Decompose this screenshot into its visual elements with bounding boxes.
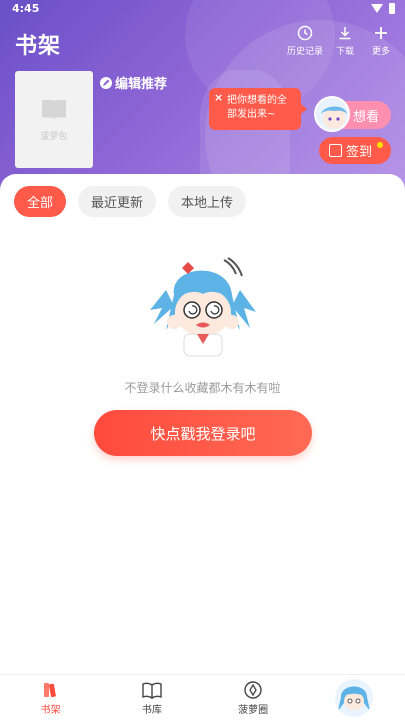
top-actions: 历史记录 下载 更多: [287, 24, 395, 57]
check-in-button[interactable]: 签到: [319, 137, 391, 164]
empty-state-mascot: [150, 257, 256, 357]
bookshelf-content: 全部 最近更新 本地上传 不登录什么收藏都木有木有啦 快点戳我登录吧: [0, 174, 405, 674]
nav-profile[interactable]: [304, 675, 405, 721]
check-in-label: 签到: [346, 145, 373, 160]
status-time: 4:45: [12, 2, 40, 15]
page-title: 书架: [15, 34, 62, 59]
download-icon: [336, 24, 354, 42]
cover-brand-text: 菠萝包: [40, 132, 68, 142]
tab-all[interactable]: 全部: [14, 186, 67, 217]
bottom-navigation: 书架 书库 菠萝圈: [0, 674, 405, 721]
recommended-book-cover[interactable]: 菠萝包: [15, 71, 93, 168]
clock-icon: [296, 24, 314, 42]
request-tooltip: × 把你想看的全部发出来~: [209, 88, 307, 130]
wifi-icon: [371, 4, 383, 13]
open-book-icon: [142, 681, 162, 699]
bookshelf-icon: [41, 681, 61, 699]
tooltip-text: 把你想看的全部发出来~: [227, 95, 287, 120]
compass-icon: [243, 680, 263, 699]
want-to-read-label: 想看: [352, 109, 379, 125]
close-icon[interactable]: ×: [214, 91, 223, 105]
filter-tabs: 全部 最近更新 本地上传: [14, 186, 247, 217]
download-label: 下载: [335, 47, 354, 57]
more-label: 更多: [371, 47, 390, 57]
download-button[interactable]: 下载: [331, 24, 359, 57]
nav-bookshelf[interactable]: 书架: [0, 675, 101, 721]
more-button[interactable]: 更多: [367, 24, 395, 57]
empty-state-message: 不登录什么收藏都木有木有啦: [124, 381, 281, 395]
editor-recommend-text: 编辑推荐: [115, 77, 168, 92]
pencil-icon: [100, 76, 112, 89]
plus-icon: [372, 24, 390, 42]
notification-dot: [377, 142, 383, 148]
editor-recommend-label[interactable]: 编辑推荐: [100, 73, 167, 92]
book-placeholder-icon: [42, 100, 66, 119]
nav-library-label: 书库: [141, 704, 162, 716]
nav-community-label: 菠萝圈: [238, 704, 269, 716]
mascot-avatar: [314, 96, 350, 132]
nav-bookshelf-label: 书架: [40, 704, 61, 716]
status-bar: 4:45: [0, 0, 405, 18]
history-label: 历史记录: [286, 47, 323, 57]
nav-community[interactable]: 菠萝圈: [203, 675, 304, 721]
nav-library[interactable]: 书库: [101, 675, 202, 721]
tab-recent-updates[interactable]: 最近更新: [78, 186, 157, 217]
tab-local-upload[interactable]: 本地上传: [168, 186, 247, 217]
history-button[interactable]: 历史记录: [287, 24, 323, 57]
battery-icon: [389, 3, 395, 14]
bookshelf-screen: 4:45 书架 历史记录 下载 更多 菠萝包 编辑推荐 × 把你想看的全部发出来…: [0, 0, 405, 721]
calendar-icon: [329, 144, 342, 157]
login-button[interactable]: 快点戳我登录吧: [94, 410, 312, 456]
profile-avatar: [335, 679, 374, 717]
status-icons: [371, 3, 395, 14]
